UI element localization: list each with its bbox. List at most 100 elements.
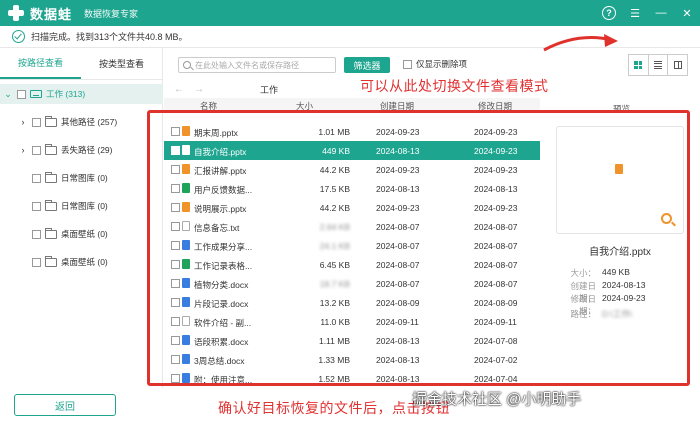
row-checkbox[interactable] (171, 317, 180, 326)
row-checkbox[interactable] (171, 184, 180, 193)
file-modified: 2024-09-23 (474, 165, 518, 175)
preview-label: 预览 (613, 104, 631, 114)
pptx-file-icon (615, 164, 623, 174)
only-deleted-toggle[interactable]: 仅显示删除项 (403, 58, 467, 70)
file-modified: 2024-07-04 (474, 374, 518, 383)
file-name: 期末周.pptx (194, 128, 238, 138)
row-checkbox[interactable] (171, 336, 180, 345)
file-size: 13.2 KB (319, 298, 350, 308)
table-row[interactable]: 附：使用注意... 1.52 MB 2024-08-13 2024-07-04 (164, 369, 540, 383)
tree-item-lost-paths[interactable]: › 丢失路径 (29) (18, 140, 112, 160)
table-row[interactable]: 工作成果分享... 24.1 KB 2024-08-07 2024-08-07 (164, 236, 540, 255)
tree-item-daily-gallery[interactable]: 日常图库 (0) (28, 168, 108, 188)
docx-file-icon (182, 335, 190, 345)
back-button[interactable]: 返回 (14, 394, 116, 416)
table-row[interactable]: 软件介绍 - 副... 11.0 KB 2024-09-11 2024-09-1… (164, 312, 540, 331)
forward-arrow-icon[interactable]: → (194, 84, 204, 95)
file-name: 片段记录.docx (194, 299, 249, 309)
row-checkbox[interactable] (171, 241, 180, 250)
row-checkbox[interactable] (171, 260, 180, 269)
table-row[interactable]: 3周总结.docx 1.33 MB 2024-08-13 2024-07-02 (164, 350, 540, 369)
tree-item-checkbox[interactable] (32, 257, 41, 267)
table-row[interactable]: 汇报讲解.pptx 44.2 KB 2024-09-23 2024-09-23 (164, 160, 540, 179)
menu-icon[interactable]: ☰ (628, 6, 642, 20)
list-view-button[interactable] (649, 55, 669, 75)
tab-by-type[interactable]: 按类型查看 (81, 48, 162, 79)
table-row[interactable]: 用户反馈数据... 17.5 KB 2024-08-13 2024-08-13 (164, 179, 540, 198)
file-name: 植物分类.docx (194, 280, 249, 290)
file-created: 2024-08-09 (376, 298, 420, 308)
file-size: 1.11 MB (318, 336, 350, 346)
row-checkbox[interactable] (171, 203, 180, 212)
only-deleted-checkbox[interactable] (403, 59, 412, 69)
tree-item-wallpaper-2[interactable]: 桌面壁纸 (0) (28, 252, 108, 272)
column-name[interactable]: 名称 (200, 100, 217, 112)
docx-file-icon (182, 240, 190, 250)
table-row[interactable]: 说明展示.pptx 44.2 KB 2024-09-23 2024-09-23 (164, 198, 540, 217)
tree-root-checkbox[interactable] (17, 89, 26, 99)
grid-view-button[interactable] (629, 55, 649, 75)
tab-by-path[interactable]: 按路径查看 (0, 48, 81, 79)
row-checkbox[interactable] (171, 222, 180, 231)
minimize-icon[interactable]: — (654, 6, 668, 20)
table-row[interactable]: 语段积累.docx 1.11 MB 2024-08-13 2024-07-08 (164, 331, 540, 350)
tree-item-checkbox[interactable] (32, 201, 41, 211)
chevron-right-icon[interactable]: › (18, 117, 28, 127)
file-name: 附：使用注意... (194, 375, 253, 383)
file-size-blurred: 2.64 KB (319, 222, 350, 232)
filter-button[interactable]: 筛选器 (344, 57, 390, 73)
row-checkbox[interactable] (171, 279, 180, 288)
search-box[interactable] (178, 57, 336, 73)
table-row[interactable]: 植物分类.docx 18.7 KB 2024-08-07 2024-08-07 (164, 274, 540, 293)
view-mode-switch (628, 54, 688, 76)
search-input[interactable] (195, 60, 335, 70)
tree-root-work[interactable]: ⌄ 工作 (313) (0, 84, 163, 104)
row-checkbox[interactable] (171, 374, 180, 383)
table-row[interactable]: 期末周.pptx 1.01 MB 2024-09-23 2024-09-23 (164, 122, 540, 141)
file-size: 11.0 KB (320, 317, 350, 327)
window-controls: ? ☰ — ✕ (602, 0, 694, 26)
help-icon[interactable]: ? (602, 6, 616, 20)
back-arrow-icon[interactable]: ← (174, 84, 184, 95)
panel-view-button[interactable] (668, 55, 687, 75)
title-bar: 数据蛙 数据恢复专家 ? ☰ — ✕ (0, 0, 700, 26)
docx-file-icon (182, 278, 190, 288)
row-checkbox[interactable] (171, 355, 180, 364)
column-created[interactable]: 创建日期 (380, 100, 414, 112)
tree-root-label: 工作 (313) (46, 89, 86, 99)
only-deleted-label: 仅显示删除项 (416, 59, 468, 69)
tree-item-checkbox[interactable] (32, 173, 41, 183)
tree-item-other-paths[interactable]: › 其他路径 (257) (18, 112, 117, 132)
search-icon (183, 61, 191, 69)
file-modified: 2024-08-07 (474, 260, 518, 270)
table-row-selected[interactable]: 自我介绍.pptx 449 KB 2024-08-13 2024-09-23 (164, 141, 540, 160)
watermark: 掘金技术社区 @小明助手 (412, 391, 582, 408)
grid-icon (634, 61, 643, 69)
file-name: 用户反馈数据... (194, 185, 253, 195)
file-size: 1.33 MB (318, 355, 350, 365)
table-row[interactable]: 信息备忘.txt 2.64 KB 2024-08-07 2024-08-07 (164, 217, 540, 236)
chevron-right-icon[interactable]: › (18, 145, 28, 155)
file-name: 自我介绍.pptx (194, 147, 247, 157)
tree-item-daily-gallery-2[interactable]: 日常图库 (0) (28, 196, 108, 216)
table-row[interactable]: 工作记录表格... 6.45 KB 2024-08-07 2024-08-07 (164, 255, 540, 274)
chevron-down-icon[interactable]: ⌄ (3, 89, 13, 100)
file-created: 2024-08-07 (376, 222, 420, 232)
row-checkbox[interactable] (171, 165, 180, 174)
tree-item-checkbox[interactable] (32, 145, 41, 155)
tree-item-checkbox[interactable] (32, 229, 41, 239)
row-checkbox[interactable] (171, 127, 180, 136)
column-modified[interactable]: 修改日期 (478, 100, 512, 112)
column-size[interactable]: 大小 (296, 100, 313, 112)
table-row[interactable]: 片段记录.docx 13.2 KB 2024-08-09 2024-08-09 (164, 293, 540, 312)
preview-size-key: 大小： (570, 268, 596, 278)
zoom-icon[interactable] (661, 213, 672, 224)
tree-item-wallpaper[interactable]: 桌面壁纸 (0) (28, 224, 108, 244)
row-checkbox[interactable] (171, 298, 180, 307)
file-name: 说明展示.pptx (194, 204, 247, 214)
tree-item-checkbox[interactable] (32, 117, 41, 127)
row-checkbox[interactable] (171, 146, 180, 155)
preview-path-key: 路径： (570, 309, 596, 319)
file-name: 汇报讲解.pptx (194, 166, 247, 176)
close-icon[interactable]: ✕ (680, 6, 694, 20)
